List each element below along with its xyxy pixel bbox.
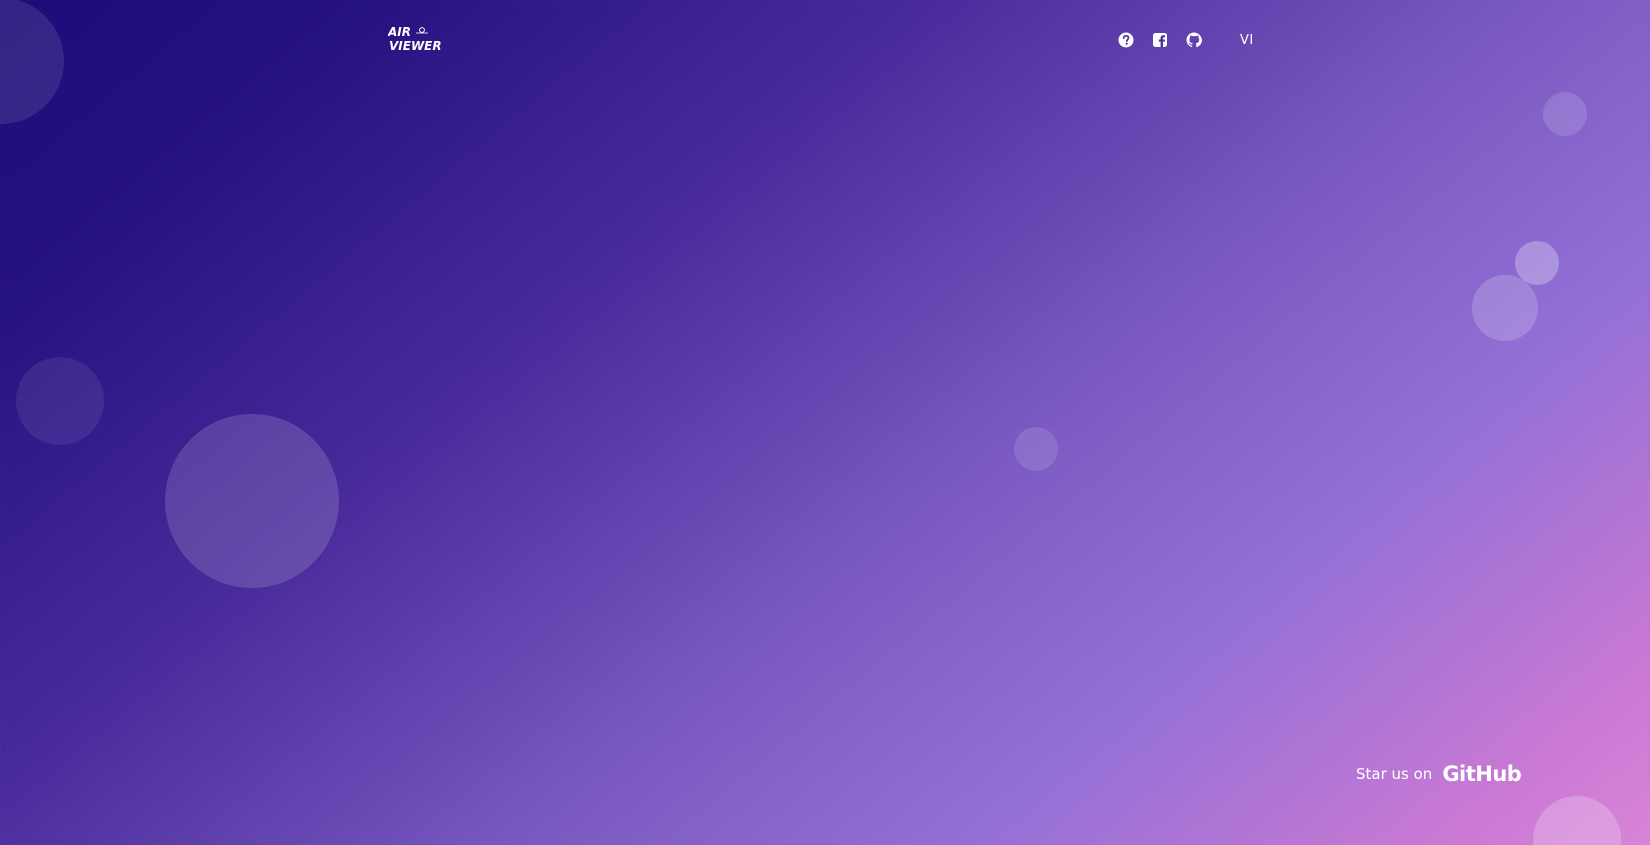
top-nav: VI: [1118, 29, 1254, 51]
github-wordmark: GitHub: [1442, 762, 1522, 786]
language-switch[interactable]: VI: [1240, 33, 1254, 48]
decor-bubble: [1014, 427, 1058, 471]
github-icon[interactable]: [1186, 32, 1202, 48]
logo-line2: VIEWER: [389, 39, 442, 52]
decor-bubble: [16, 357, 104, 445]
drone-icon: [416, 27, 428, 34]
help-circle-icon[interactable]: [1118, 32, 1134, 48]
decor-bubble: [1543, 92, 1587, 136]
star-text: Star us on: [1356, 765, 1433, 783]
airviewer-logo[interactable]: AIR VIEWER: [388, 24, 448, 52]
star-github-link[interactable]: Star us on GitHub: [1356, 762, 1522, 786]
decor-bubble: [0, 0, 64, 124]
decor-bubble: [1515, 241, 1559, 285]
decor-bubble: [1472, 275, 1538, 341]
decor-bubble: [1533, 796, 1621, 845]
facebook-icon[interactable]: [1152, 32, 1168, 48]
logo-line1: AIR: [388, 25, 411, 39]
decor-bubble: [165, 414, 339, 588]
